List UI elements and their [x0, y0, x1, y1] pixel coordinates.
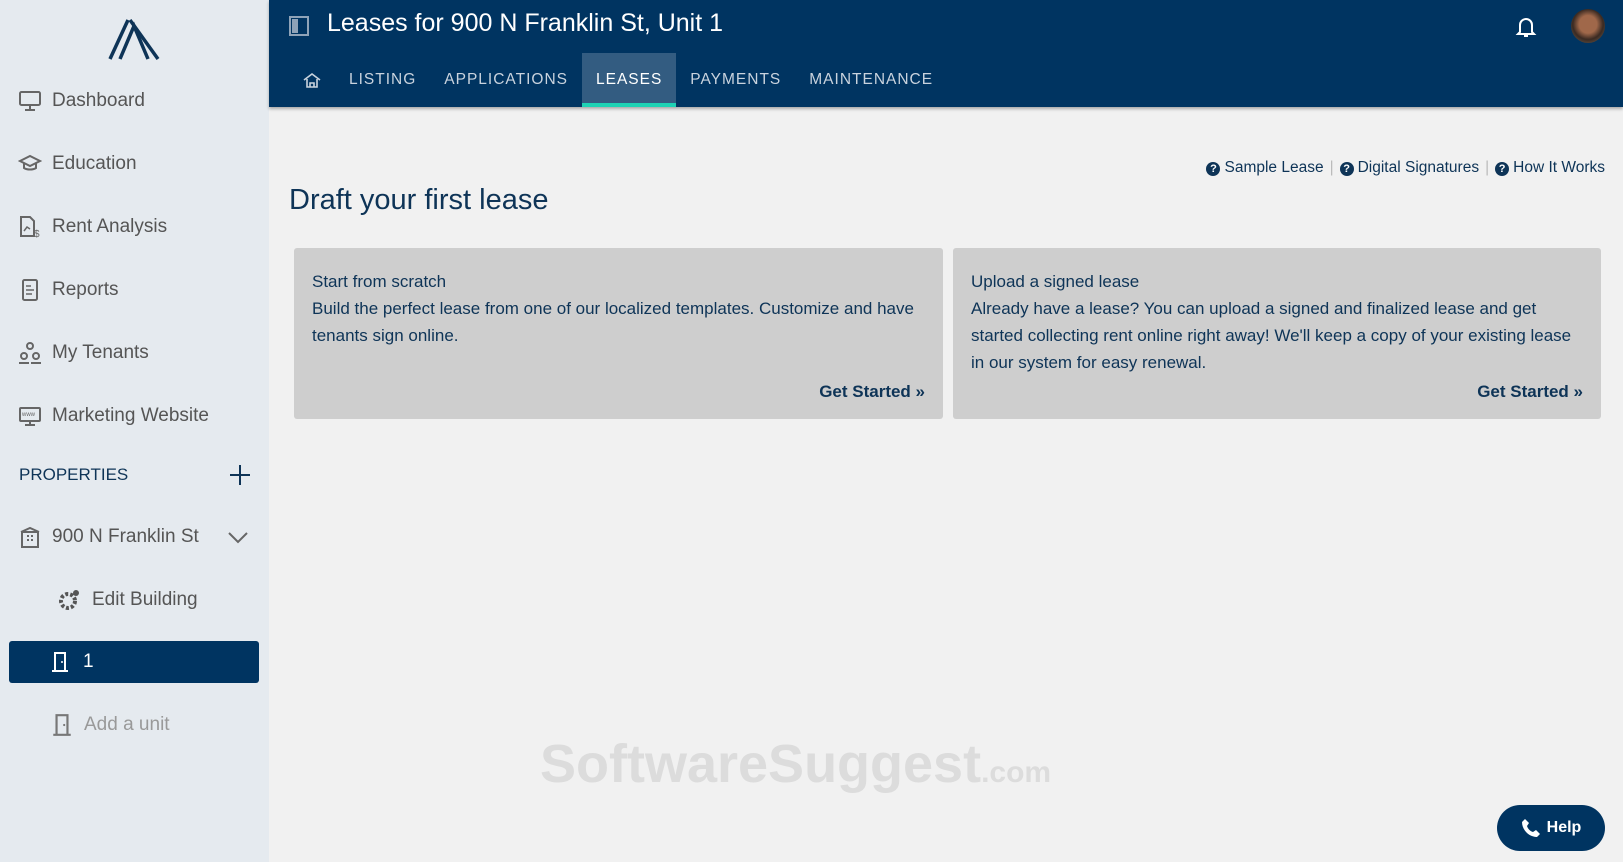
add-unit-label: Add a unit — [84, 714, 170, 735]
avatar[interactable] — [1571, 9, 1605, 43]
chart-document-icon: $ — [20, 216, 40, 239]
card-body: Build the perfect lease from one of our … — [312, 299, 914, 345]
question-icon: ? — [1206, 162, 1221, 176]
tab-payments[interactable]: PAYMENTS — [676, 53, 795, 107]
add-unit-link[interactable]: Add a unit — [50, 710, 170, 740]
tab-applications[interactable]: APPLICATIONS — [430, 53, 582, 107]
start-from-scratch-card[interactable]: Start from scratch Build the perfect lea… — [294, 248, 943, 419]
link-label: How It Works — [1513, 159, 1605, 176]
door-icon — [53, 714, 71, 736]
sidebar-item-my-tenants[interactable]: My Tenants — [18, 338, 149, 368]
sidebar-item-marketing-website[interactable]: www Marketing Website — [18, 401, 209, 431]
users-icon — [19, 342, 41, 364]
digital-signatures-link[interactable]: ? Digital Signatures — [1339, 159, 1480, 177]
sample-lease-link[interactable]: ? Sample Lease — [1206, 159, 1324, 177]
monitor-icon — [19, 91, 41, 111]
bell-icon[interactable] — [1515, 16, 1537, 38]
unit-label: 1 — [83, 651, 94, 672]
door-icon — [52, 652, 68, 672]
building-icon — [20, 526, 40, 548]
help-button[interactable]: Help — [1497, 805, 1605, 851]
sidebar-item-label: Dashboard — [52, 90, 145, 111]
watermark-text: SoftwareSuggest — [540, 734, 982, 794]
sidebar-item-label: Rent Analysis — [52, 216, 168, 237]
svg-text:$: $ — [34, 229, 40, 239]
tab-maintenance[interactable]: MAINTENANCE — [795, 53, 947, 107]
sidebar-item-education[interactable]: Education — [18, 149, 137, 179]
link-label: Digital Signatures — [1357, 159, 1480, 176]
how-it-works-link[interactable]: ? How It Works — [1495, 159, 1605, 177]
home-icon — [303, 73, 321, 88]
sidebar-item-label: Reports — [52, 279, 119, 300]
upload-signed-lease-card[interactable]: Upload a signed lease Already have a lea… — [953, 248, 1601, 419]
get-started-link[interactable]: Get Started » — [819, 378, 925, 405]
watermark-suffix: .com — [981, 756, 1052, 789]
main-heading: Draft your first lease — [289, 184, 549, 216]
gear-icon — [59, 590, 79, 610]
svg-text:www: www — [21, 412, 36, 418]
tab-bar: LISTING APPLICATIONS LEASES PAYMENTS MAI… — [289, 53, 947, 107]
sidebar-item-rent-analysis[interactable]: $ Rent Analysis — [18, 212, 167, 242]
sidebar: Dashboard Education $ Rent Analysis Repor… — [0, 0, 269, 862]
get-started-link[interactable]: Get Started » — [1477, 378, 1583, 405]
question-icon: ? — [1339, 162, 1354, 176]
sidebar-item-label: Education — [52, 153, 137, 174]
sidebar-item-label: My Tenants — [52, 342, 149, 363]
plus-icon[interactable] — [229, 464, 251, 486]
sidebar-item-dashboard[interactable]: Dashboard — [18, 86, 145, 116]
property-name: 900 N Franklin St — [52, 526, 199, 547]
property-item[interactable]: 900 N Franklin St — [18, 522, 250, 552]
divider: | — [1329, 159, 1334, 176]
tab-home[interactable] — [289, 53, 335, 107]
properties-header: PROPERTIES — [19, 464, 251, 486]
card-title: Start from scratch — [312, 272, 447, 291]
question-icon: ? — [1495, 162, 1510, 176]
link-label: Sample Lease — [1224, 159, 1324, 176]
chevron-down-icon[interactable] — [226, 525, 250, 549]
app-logo[interactable] — [108, 18, 160, 60]
help-label: Help — [1546, 819, 1582, 836]
sidebar-toggle-icon[interactable] — [289, 16, 309, 36]
tab-listing[interactable]: LISTING — [335, 53, 430, 107]
sidebar-item-label: Marketing Website — [52, 405, 209, 426]
report-icon — [22, 279, 38, 301]
tab-leases[interactable]: LEASES — [581, 53, 677, 107]
edit-building-link[interactable]: Edit Building — [58, 585, 198, 615]
card-body: Already have a lease? You can upload a s… — [971, 299, 1572, 372]
page-title: Leases for 900 N Franklin St, Unit 1 — [327, 9, 724, 37]
divider: | — [1485, 159, 1490, 176]
top-header: Leases for 900 N Franklin St, Unit 1 LIS… — [269, 0, 1623, 107]
edit-building-label: Edit Building — [92, 589, 198, 610]
watermark: SoftwareSuggest.com — [540, 733, 1051, 795]
phone-icon — [1521, 819, 1540, 837]
unit-item-active[interactable]: 1 — [9, 641, 259, 683]
properties-label: PROPERTIES — [19, 465, 129, 484]
www-monitor-icon: www — [19, 407, 41, 426]
sidebar-item-reports[interactable]: Reports — [18, 275, 119, 305]
card-title: Upload a signed lease — [971, 272, 1140, 291]
help-links: ? Sample Lease | ? Digital Signatures | ? How… — [1206, 159, 1605, 177]
graduation-cap-icon — [18, 154, 42, 171]
